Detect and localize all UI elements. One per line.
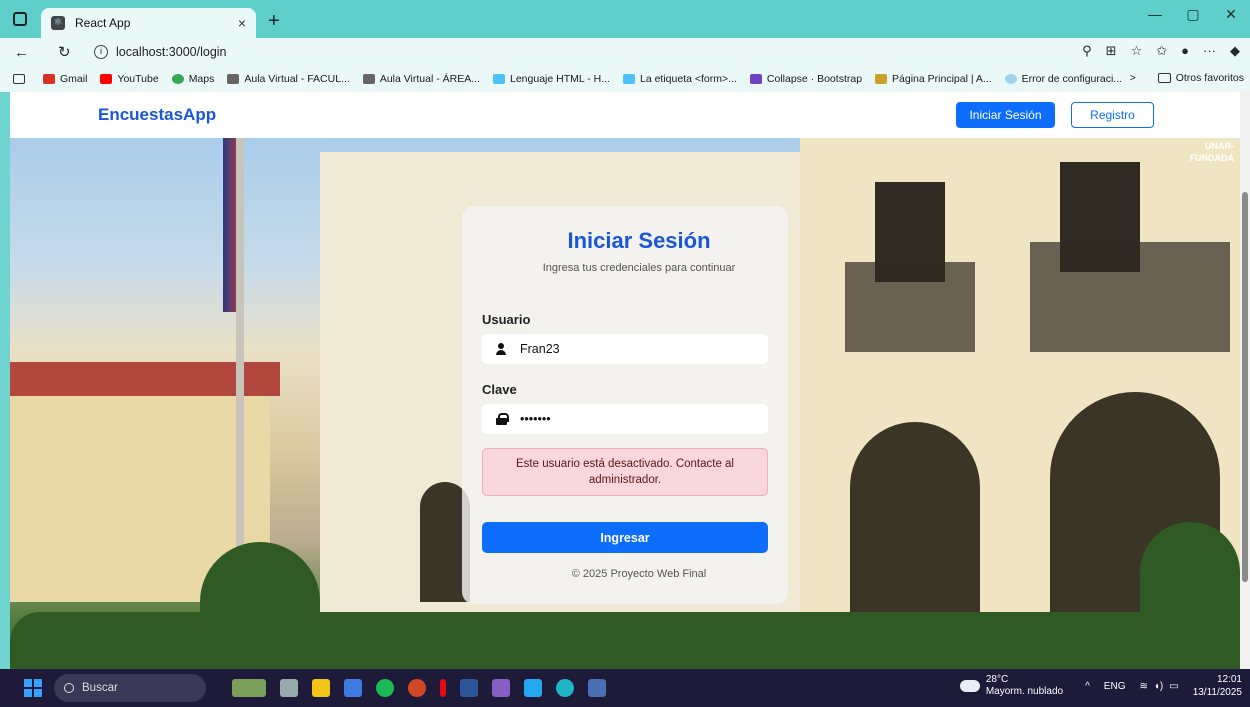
username-field[interactable]: Fran23 <box>482 334 768 364</box>
register-nav-button[interactable]: Registro <box>1071 102 1154 128</box>
page-viewport: EncuestasApp Iniciar Sesión Registro UNA… <box>10 92 1240 669</box>
password-field[interactable]: ••••••• <box>482 404 768 434</box>
new-tab-button[interactable]: + <box>268 10 280 33</box>
background-balcony <box>1030 242 1230 352</box>
file-explorer-icon[interactable] <box>312 679 330 697</box>
weather-cloud-icon[interactable] <box>959 680 980 692</box>
lock-icon <box>495 413 509 425</box>
widgets-icon[interactable] <box>232 679 266 697</box>
bookmarks-bar: Gmail YouTube Maps Aula Virtual - FACUL.… <box>0 66 1250 92</box>
tab-actions-icon[interactable] <box>13 12 27 26</box>
page-scrollbar[interactable] <box>1240 92 1250 669</box>
bookmark-aula-virtual-facul[interactable]: Aula Virtual - FACUL... <box>227 73 350 85</box>
login-card: Iniciar Sesión Ingresa tus credenciales … <box>462 206 788 604</box>
url-field[interactable]: i localhost:3000/login <box>94 45 227 59</box>
language-indicator[interactable]: ENG <box>1104 681 1126 692</box>
taskbar: Buscar 28°C Mayorm. nublado ^ ENG ≋ ◖) ▭… <box>0 669 1250 707</box>
netflix-icon[interactable] <box>440 679 446 697</box>
scrollbar-thumb[interactable] <box>1242 192 1248 582</box>
clock[interactable]: 12:01 13/11/2025 <box>1193 673 1242 699</box>
login-nav-button[interactable]: Iniciar Sesión <box>956 102 1055 128</box>
user-icon <box>495 343 507 355</box>
favorite-star-icon[interactable]: ☆ <box>1131 43 1143 59</box>
copilot-icon[interactable]: ◆ <box>1230 43 1240 59</box>
more-menu-icon[interactable]: ··· <box>1203 43 1216 59</box>
favorites-list-icon[interactable]: ✩ <box>1156 43 1167 59</box>
chevron-right-icon[interactable]: > <box>1130 72 1136 84</box>
background-sign-text: UNAR- FUNDADA <box>1189 141 1235 163</box>
bookmark-etiqueta-form[interactable]: La etiqueta <form>... <box>623 73 737 85</box>
password-value: ••••••• <box>520 412 551 426</box>
url-text: localhost:3000/login <box>116 45 227 59</box>
bookmark-collapse-bootstrap[interactable]: Collapse · Bootstrap <box>749 73 862 85</box>
username-label: Usuario <box>482 312 531 327</box>
image-app-icon[interactable] <box>588 679 606 697</box>
search-icon <box>64 683 74 693</box>
login-title: Iniciar Sesión <box>567 228 711 253</box>
bookmark-maps[interactable]: Maps <box>171 73 214 85</box>
brand-logo-text[interactable]: EncuestasApp <box>98 105 216 125</box>
wifi-icon[interactable]: ≋ <box>1139 681 1147 692</box>
refresh-icon[interactable]: ↻ <box>58 43 88 61</box>
edge-icon[interactable] <box>556 679 574 697</box>
tab-title: React App <box>75 16 131 30</box>
info-icon[interactable]: i <box>94 45 108 59</box>
store-icon[interactable] <box>344 679 362 697</box>
windows-start-icon[interactable] <box>24 679 42 697</box>
navbar: EncuestasApp Iniciar Sesión Registro <box>10 92 1240 138</box>
bookmark-gmail[interactable]: Gmail <box>43 73 87 85</box>
word-icon[interactable] <box>460 679 478 697</box>
weather-widget[interactable]: 28°C Mayorm. nublado <box>986 674 1063 698</box>
submit-login-button[interactable]: Ingresar <box>482 522 768 553</box>
bookmark-aula-virtual-area[interactable]: Aula Virtual - ÁREA... <box>362 73 480 85</box>
login-footer: © 2025 Proyecto Web Final <box>571 568 707 580</box>
background-arch <box>850 422 980 622</box>
background-balcony <box>845 262 975 352</box>
folder-icon <box>1157 73 1171 83</box>
temperature: 28°C <box>985 674 1009 685</box>
password-label: Clave <box>482 382 517 397</box>
sidebar-toggle-icon[interactable] <box>13 74 30 84</box>
back-icon[interactable]: ← <box>14 44 44 61</box>
username-value: Fran23 <box>520 342 560 356</box>
visual-studio-icon[interactable] <box>492 679 510 697</box>
read-mode-icon[interactable]: ⊞ <box>1106 43 1117 59</box>
key-icon[interactable]: ⚲ <box>1082 43 1092 59</box>
address-bar: ← ↻ i localhost:3000/login ⚲ ⊞ ☆ ✩ ● ···… <box>0 38 1250 66</box>
close-window-button[interactable]: ✕ <box>1212 6 1250 23</box>
react-icon: ⚛ <box>51 16 65 30</box>
volume-icon[interactable]: ◖) <box>1154 681 1163 692</box>
browser-tab[interactable]: ⚛ React App × <box>41 8 256 38</box>
spotify-icon[interactable] <box>376 679 394 697</box>
chevron-up-icon[interactable]: ^ <box>1085 681 1090 692</box>
profile-avatar[interactable]: ● <box>1181 43 1189 59</box>
bookmark-youtube[interactable]: YouTube <box>100 73 159 85</box>
bookmark-lenguaje-html[interactable]: Lenguaje HTML - H... <box>493 73 610 85</box>
background-bush <box>10 612 1240 669</box>
system-tray: 28°C Mayorm. nublado ^ ENG ≋ ◖) ▭ 12:01 … <box>959 673 1242 699</box>
powerpoint-icon[interactable] <box>408 679 426 697</box>
restore-button[interactable]: ▢ <box>1174 6 1212 23</box>
weather-description: Mayorm. nublado <box>985 686 1064 697</box>
error-alert: Este usuario está desactivado. Contacte … <box>482 448 768 496</box>
window-controls: — ▢ ✕ <box>1136 6 1250 23</box>
login-subtitle: Ingresa tus credenciales para continuar <box>542 262 736 274</box>
close-tab-icon[interactable]: × <box>238 15 246 31</box>
vscode-icon[interactable] <box>524 679 542 697</box>
task-view-icon[interactable] <box>280 679 298 697</box>
battery-icon[interactable]: ▭ <box>1169 681 1178 692</box>
bookmark-error-configuracion[interactable]: Error de configuraci... <box>1004 73 1122 85</box>
bookmark-pagina-principal[interactable]: Página Principal | A... <box>875 73 992 85</box>
taskbar-search[interactable]: Buscar <box>54 674 206 702</box>
minimize-button[interactable]: — <box>1136 6 1174 23</box>
other-favorites[interactable]: > Otros favoritos <box>1130 72 1244 84</box>
background-bush <box>1140 522 1240 669</box>
browser-tab-bar: ⚛ React App × + — ▢ ✕ <box>0 0 1250 38</box>
